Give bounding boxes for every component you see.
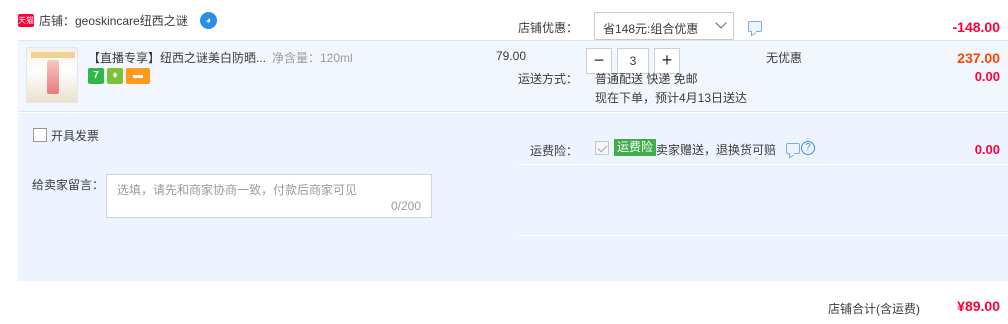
divider: [518, 164, 1008, 165]
shop-name-link[interactable]: 店铺：geoskincare纽西之谜: [39, 13, 188, 29]
shipping-method: 普通配送 快递 免邮: [595, 72, 698, 86]
shipping-insurance-amount: 0.00: [974, 142, 1000, 157]
seller-note-textarea[interactable]: 选填，请先和商家协商一致，付款后商家可见 0/200: [106, 174, 432, 218]
message-icon[interactable]: [786, 143, 800, 154]
seven-day-return-icon[interactable]: 7: [88, 68, 104, 84]
shop-header: 天猫 店铺：geoskincare纽西之谜 ◕: [0, 0, 1008, 40]
shop-total-amount: ¥89.00: [957, 298, 1000, 314]
message-icon[interactable]: [748, 21, 762, 32]
chevron-down-icon: [715, 17, 727, 29]
safe-icon[interactable]: ♦: [107, 68, 123, 84]
seller-note-char-count: 0/200: [390, 199, 421, 213]
tmall-badge: 天猫: [18, 14, 34, 27]
product-spec: 净含量：120ml: [272, 51, 353, 65]
invoice-checkbox[interactable]: [33, 128, 47, 142]
shop-total-label: 店铺合计(含运费): [828, 302, 920, 316]
invoice-label[interactable]: 开具发票: [51, 127, 99, 144]
shop-total-row: 店铺合计(含运费) ¥89.00: [18, 281, 1008, 324]
shipping-insurance-text: 卖家赠送，退换货可赔: [656, 143, 777, 157]
item-line-total: 237.00: [957, 50, 1000, 66]
shop-promo-label: 店铺优惠：: [518, 21, 579, 35]
order-options-panel: 开具发票 给卖家留言： 选填，请先和商家协商一致，付款后商家可见 0/200: [18, 113, 1008, 281]
delivery-estimate: 现在下单，预计4月13日送达: [595, 91, 748, 105]
seller-note-placeholder: 选填，请先和商家协商一致，付款后商家可见: [117, 183, 358, 197]
shipping-insurance-label: 运费险：: [530, 144, 579, 158]
item-discount: 无优惠: [766, 51, 803, 65]
cart-item-row: 【直播专享】纽西之谜美白防晒... 净含量：120ml 7 ♦ ▬ 79.00 …: [18, 40, 1008, 112]
shop-promo-select[interactable]: 省148元:组合优惠: [594, 12, 734, 40]
shipping-label: 运送方式：: [518, 72, 579, 86]
wangwang-chat-icon[interactable]: ◕: [200, 12, 217, 29]
card-icon[interactable]: ▬: [126, 68, 150, 84]
shop-promo-selected: 省148元:组合优惠: [603, 22, 699, 36]
product-title-link[interactable]: 【直播专享】纽西之谜美白防晒...: [88, 49, 266, 66]
divider: [518, 235, 1008, 236]
seller-note-label: 给卖家留言：: [32, 178, 105, 192]
shipping-amount: 0.00: [974, 69, 1000, 84]
shipping-insurance-checkbox: [595, 141, 609, 155]
shipping-insurance-tag: 运费险: [614, 139, 657, 156]
unit-price: 79.00: [496, 49, 527, 63]
help-icon[interactable]: ?: [801, 141, 815, 155]
product-thumbnail[interactable]: [26, 47, 78, 103]
shop-promo-amount: -148.00: [952, 19, 1000, 35]
